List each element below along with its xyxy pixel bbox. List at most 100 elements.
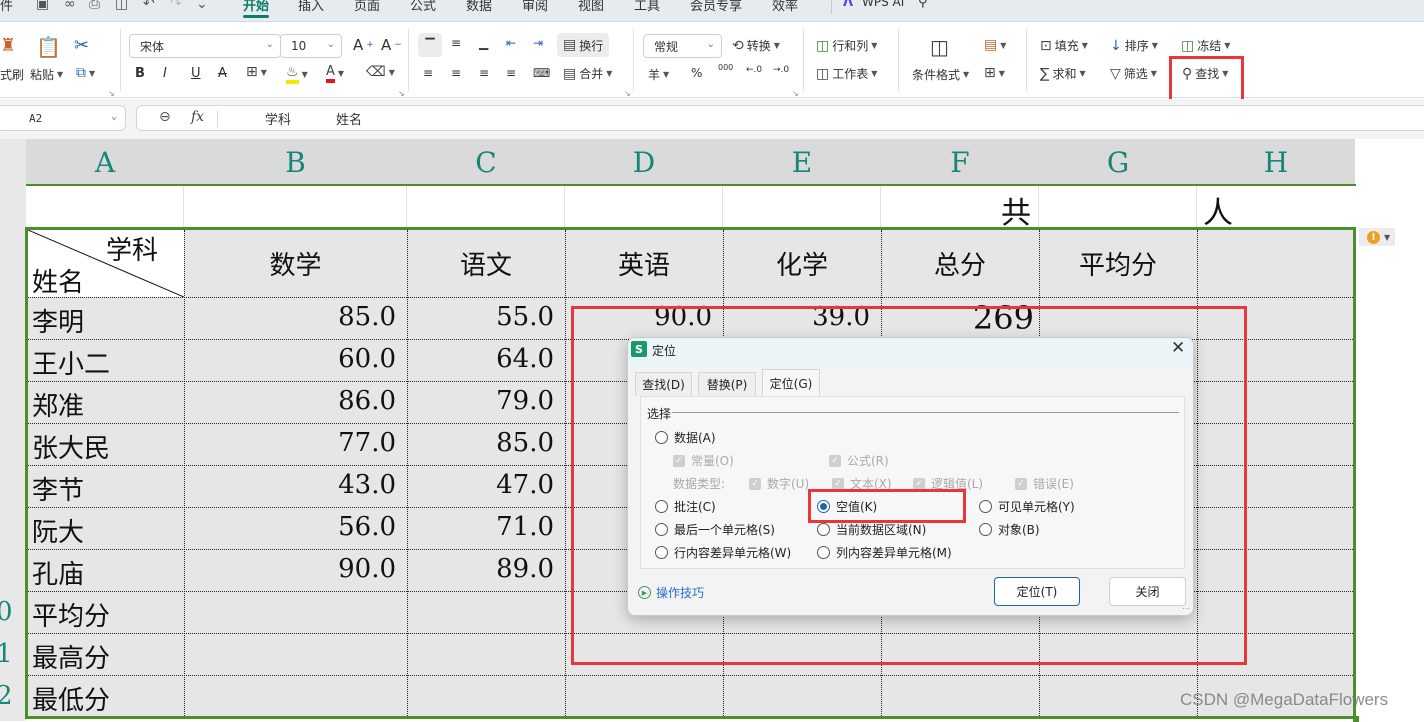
option-current-region[interactable]: 当前数据区域(N) <box>817 521 926 538</box>
decrease-indent-button[interactable]: ⇤ <box>506 36 516 50</box>
column-header-f[interactable]: F <box>881 139 1039 185</box>
cell-name[interactable]: 孔庙 <box>32 554 84 591</box>
select-all-corner[interactable] <box>0 139 26 185</box>
merge-button[interactable]: ▤ 合并 ▼ <box>563 65 612 82</box>
tab-replace[interactable]: 替换(P) <box>698 372 756 396</box>
row-number-10[interactable]: 0 <box>0 597 13 627</box>
column-header-g[interactable]: G <box>1039 139 1197 185</box>
error-check-button[interactable]: ! ▼ <box>1359 228 1395 246</box>
cell-chinese[interactable]: 64.0 <box>407 344 554 374</box>
increase-decimal-button[interactable]: ←.0 <box>746 65 762 75</box>
clear-format-button[interactable]: ⌫ ▼ <box>366 64 395 80</box>
wps-ai-button[interactable]: WPS AI <box>862 0 904 9</box>
align-top-button[interactable]: ▔ <box>418 33 442 57</box>
cell-math[interactable]: 77.0 <box>184 428 396 458</box>
cell-chinese[interactable]: 55.0 <box>407 302 554 332</box>
dialog-title-bar[interactable]: S 定位 ✕ <box>628 338 1193 368</box>
cell-math[interactable]: 60.0 <box>184 344 396 374</box>
tab-tools[interactable]: 工具 <box>634 0 660 14</box>
fill-button[interactable]: ⊡ 填充 ▼ <box>1040 37 1088 54</box>
save-icon[interactable]: ▣ <box>36 0 49 12</box>
cell-chinese[interactable]: 47.0 <box>407 470 554 500</box>
convert-button[interactable]: ⟲ 转换 ▼ <box>732 37 780 54</box>
cell-summary-average[interactable]: 平均分 <box>32 596 110 633</box>
currency-button[interactable]: 羊 ▼ <box>648 66 669 83</box>
font-color-button[interactable]: A ▼ <box>326 64 344 83</box>
option-errors[interactable]: ✓ 错误(E) <box>1015 475 1074 492</box>
option-data[interactable]: 数据(A) <box>655 429 716 446</box>
column-header-a[interactable]: A <box>26 139 184 185</box>
redo-icon[interactable]: ↷ <box>170 0 182 12</box>
row-number-12[interactable]: 2 <box>0 681 13 711</box>
sort-button[interactable]: ↓ 排序 ▼ <box>1110 37 1158 54</box>
link-icon[interactable]: ∞ <box>64 0 76 12</box>
print-icon[interactable]: ⎙ <box>89 0 100 12</box>
wrap-text-button[interactable]: ▤ 换行 <box>557 33 610 57</box>
cell-summary-max[interactable]: 最高分 <box>32 638 110 675</box>
align-left-button[interactable]: ≡ <box>423 66 433 80</box>
cell-chinese[interactable]: 71.0 <box>407 512 554 542</box>
format-painter-button[interactable]: 式刷 <box>0 66 24 83</box>
cell-chinese[interactable]: 89.0 <box>407 554 554 584</box>
header-total[interactable]: 总分 <box>881 230 1039 297</box>
option-formulas[interactable]: ✓ 公式(R) <box>829 452 889 469</box>
column-header-c[interactable]: C <box>407 139 565 185</box>
justify-button[interactable]: ≡ <box>506 66 516 80</box>
cell-style-button[interactable]: ▤ ▼ <box>984 37 1006 53</box>
rows-columns-button[interactable]: ◫ 行和列 ▼ <box>816 37 877 54</box>
cell-math[interactable]: 43.0 <box>184 470 396 500</box>
fx-icon[interactable]: fx <box>191 109 204 125</box>
header-math[interactable]: 数学 <box>184 230 407 297</box>
distributed-align-button[interactable]: ⌨ <box>533 66 550 80</box>
dialog-launcher-icon[interactable]: ↘ <box>398 89 405 98</box>
header-english[interactable]: 英语 <box>565 230 723 297</box>
percent-button[interactable]: % <box>691 66 702 80</box>
header-chemistry[interactable]: 化学 <box>723 230 881 297</box>
thousands-separator-button[interactable]: 000 <box>718 63 733 72</box>
format-painter-icon[interactable]: ♜ <box>0 35 16 56</box>
cell-h1[interactable]: 人 <box>1203 188 1233 232</box>
copy-button[interactable]: ⧉ ▼ <box>76 65 95 81</box>
cut-icon[interactable]: ✂ <box>74 35 89 56</box>
tab-home[interactable]: 开始 <box>243 0 270 18</box>
italic-button[interactable]: I <box>163 66 167 81</box>
cell-name[interactable]: 王小二 <box>32 344 110 381</box>
column-header-b[interactable]: B <box>184 139 407 185</box>
decrease-decimal-button[interactable]: →.0 <box>773 65 789 75</box>
filter-button[interactable]: ▽ 筛选 ▼ <box>1110 65 1157 82</box>
option-comments[interactable]: 批注(C) <box>655 498 716 515</box>
column-header-d[interactable]: D <box>565 139 723 185</box>
font-size-select[interactable]: 10 ⌄ <box>280 34 342 58</box>
resize-grip-icon[interactable]: ⋯ <box>1182 604 1190 613</box>
cell-chinese[interactable]: 85.0 <box>407 428 554 458</box>
option-constants[interactable]: ✓ 常量(O) <box>673 452 734 469</box>
cell-a2-diagonal[interactable]: 学科 姓名 <box>28 230 184 298</box>
strikethrough-button[interactable]: A <box>218 66 227 81</box>
zoom-out-icon[interactable]: ⊖ <box>159 109 171 125</box>
cell-math[interactable]: 90.0 <box>184 554 396 584</box>
cell-name[interactable]: 阮大 <box>32 512 84 549</box>
row-number-11[interactable]: 1 <box>0 639 13 669</box>
tips-link[interactable]: ▶ 操作技巧 <box>638 584 704 601</box>
option-objects[interactable]: 对象(B) <box>979 521 1040 538</box>
cell-name[interactable]: 李节 <box>32 470 84 507</box>
cell-math[interactable]: 85.0 <box>184 302 396 332</box>
underline-button[interactable]: U <box>191 66 201 81</box>
more-chevron-icon[interactable]: ⌄ <box>196 0 208 12</box>
tab-goto[interactable]: 定位(G) <box>762 369 820 397</box>
dialog-launcher-icon[interactable]: ↘ <box>108 89 115 98</box>
increase-indent-button[interactable]: ⇥ <box>533 36 543 50</box>
align-middle-button[interactable]: ≡ <box>451 36 461 50</box>
goto-button[interactable]: 定位(T) <box>994 577 1080 606</box>
header-average[interactable]: 平均分 <box>1039 230 1197 297</box>
align-bottom-button[interactable]: ▁ <box>479 36 488 50</box>
tab-view[interactable]: 视图 <box>578 0 604 14</box>
cell-math[interactable]: 56.0 <box>184 512 396 542</box>
column-header-e[interactable]: E <box>723 139 881 185</box>
formula-input[interactable]: ⊖ fx 学科 姓名 <box>136 105 1424 131</box>
cell-name[interactable]: 郑准 <box>32 386 84 423</box>
conditional-format-button[interactable]: 条件格式 ▼ <box>912 66 969 83</box>
align-right-button[interactable]: ≡ <box>479 66 489 80</box>
tab-formula[interactable]: 公式 <box>410 0 436 14</box>
fill-handle[interactable] <box>1353 716 1359 722</box>
